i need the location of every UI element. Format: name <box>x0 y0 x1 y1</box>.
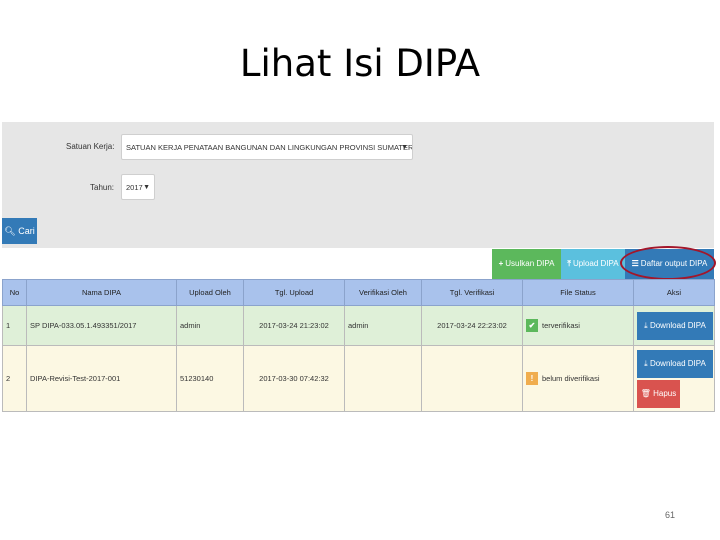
daftar-output-dipa-label: Daftar output DIPA <box>640 259 708 268</box>
cell-nama-dipa: DIPA-Revisi-Test-2017-001 <box>26 345 177 412</box>
download-dipa-button[interactable]: ⤓ Download DIPA <box>637 349 713 378</box>
table-row: 2 DIPA-Revisi-Test-2017-001 51230140 201… <box>2 345 715 412</box>
download-dipa-button[interactable]: ⤓ Download DIPA <box>637 311 713 340</box>
column-header-no[interactable]: No <box>2 279 27 306</box>
download-dipa-label: Download DIPA <box>649 320 706 330</box>
dipa-table: No Nama DIPA Upload Oleh Tgl. Upload Ver… <box>2 279 715 412</box>
cell-no: 2 <box>2 345 27 412</box>
tahun-select[interactable]: 2017 ▼ <box>121 174 155 200</box>
column-header-nama-dipa[interactable]: Nama DIPA <box>26 279 177 306</box>
hapus-label: Hapus <box>653 388 677 398</box>
search-icon: 🔍︎ <box>4 226 16 236</box>
usulkan-dipa-label: Usulkan DIPA <box>505 259 555 268</box>
download-icon: ⤓ <box>644 358 648 368</box>
check-icon: ✔ <box>526 319 538 332</box>
satuan-kerja-select[interactable]: SATUAN KERJA PENATAAN BANGUNAN DAN LINGK… <box>121 134 413 160</box>
upload-icon: ⤒ <box>567 259 571 268</box>
cell-upload-oleh: admin <box>176 305 244 346</box>
search-button[interactable]: 🔍︎ Cari <box>2 218 37 244</box>
status-text: terverifikasi <box>542 321 580 330</box>
column-header-aksi: Aksi <box>633 279 715 306</box>
column-header-tgl-upload[interactable]: Tgl. Upload <box>243 279 345 306</box>
cell-no: 1 <box>2 305 27 346</box>
daftar-output-dipa-button[interactable]: ☰ Daftar output DIPA <box>625 249 714 279</box>
table-row: 1 SP DIPA-033.05.1.493351/2017 admin 201… <box>2 305 715 346</box>
cell-tgl-verifikasi: 2017-03-24 22:23:02 <box>421 305 523 346</box>
slide-title: Lihat Isi DIPA <box>239 42 481 85</box>
filter-panel: Satuan Kerja: SATUAN KERJA PENATAAN BANG… <box>2 122 714 248</box>
page-number: 61 <box>665 510 676 520</box>
cell-verifikasi-oleh <box>344 345 422 412</box>
column-header-tgl-verifikasi[interactable]: Tgl. Verifikasi <box>421 279 523 306</box>
tahun-label: Tahun: <box>90 183 115 192</box>
download-icon: ⤓ <box>644 320 648 330</box>
warning-icon: ! <box>526 372 538 385</box>
caret-down-icon: ▼ <box>143 184 150 191</box>
dipa-table-container: No Nama DIPA Upload Oleh Tgl. Upload Ver… <box>2 279 715 412</box>
download-dipa-label: Download DIPA <box>649 358 706 368</box>
satuan-kerja-label: Satuan Kerja: <box>66 142 115 151</box>
hapus-button[interactable]: 🗑︎ Hapus <box>637 379 680 408</box>
cell-tgl-upload: 2017-03-30 07:42:32 <box>243 345 345 412</box>
column-header-upload-oleh[interactable]: Upload Oleh <box>176 279 244 306</box>
table-header-row: No Nama DIPA Upload Oleh Tgl. Upload Ver… <box>2 279 715 306</box>
usulkan-dipa-button[interactable]: + Usulkan DIPA <box>492 249 561 279</box>
cell-file-status: ✔ terverifikasi <box>522 305 634 346</box>
cell-aksi: ⤓ Download DIPA <box>633 305 715 346</box>
list-icon: ☰ <box>631 259 639 268</box>
trash-icon: 🗑︎ <box>640 388 651 398</box>
search-button-label: Cari <box>18 226 35 236</box>
upload-dipa-button[interactable]: ⤒ Upload DIPA <box>561 249 625 279</box>
column-header-verifikasi-oleh[interactable]: Verifikasi Oleh <box>344 279 422 306</box>
caret-down-icon: ▼ <box>401 144 408 151</box>
status-text: belum diverifikasi <box>542 374 600 383</box>
satuan-kerja-value: SATUAN KERJA PENATAAN BANGUNAN DAN LINGK… <box>126 143 413 152</box>
cell-verifikasi-oleh: admin <box>344 305 422 346</box>
cell-file-status: ! belum diverifikasi <box>522 345 634 412</box>
tahun-value: 2017 <box>126 183 143 192</box>
plus-icon: + <box>498 259 504 268</box>
cell-nama-dipa: SP DIPA-033.05.1.493351/2017 <box>26 305 177 346</box>
action-bar: + Usulkan DIPA ⤒ Upload DIPA ☰ Daftar outpu… <box>492 249 714 279</box>
app-screenshot: Satuan Kerja: SATUAN KERJA PENATAAN BANG… <box>2 122 716 412</box>
cell-aksi: ⤓ Download DIPA 🗑︎ Hapus <box>633 345 715 412</box>
cell-tgl-verifikasi <box>421 345 523 412</box>
column-header-file-status[interactable]: File Status <box>522 279 634 306</box>
cell-upload-oleh: 51230140 <box>176 345 244 412</box>
cell-tgl-upload: 2017-03-24 21:23:02 <box>243 305 345 346</box>
upload-dipa-label: Upload DIPA <box>572 259 619 268</box>
